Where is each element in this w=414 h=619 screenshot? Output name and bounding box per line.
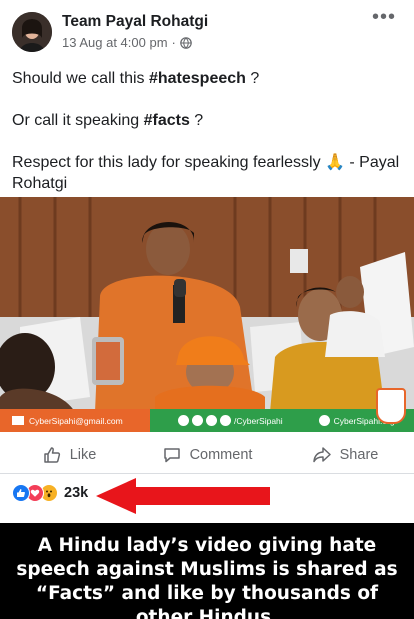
author-name[interactable]: Team Payal Rohatgi: [62, 13, 208, 31]
share-button[interactable]: Share: [276, 436, 414, 473]
watermark-email-section: CyberSipahi@gmail.com: [0, 409, 150, 432]
post-actions: Like Comment Share: [0, 436, 414, 474]
caption-text: A Hindu lady’s video giving hate speech …: [16, 535, 398, 619]
avatar[interactable]: [12, 12, 52, 52]
globe-icon: [180, 36, 192, 49]
post-header: Team Payal Rohatgi 13 Aug at 4:00 pm · •…: [0, 0, 414, 62]
thumbs-up-icon: [43, 446, 60, 463]
post-video[interactable]: [0, 197, 414, 432]
video-frame: [0, 197, 414, 432]
instagram-icon: [206, 415, 217, 426]
web-icon: [318, 415, 330, 426]
like-button[interactable]: Like: [0, 436, 138, 473]
watermark-handle: /CyberSipahi: [234, 415, 283, 426]
post-timestamp[interactable]: 13 Aug at 4:00 pm: [62, 35, 168, 50]
share-icon: [312, 446, 331, 462]
mail-icon: [12, 416, 24, 425]
caption-banner: A Hindu lady’s video giving hate speech …: [0, 523, 414, 619]
post-line-2: Or call it speaking #facts ?: [12, 112, 204, 129]
comment-label: Comment: [189, 446, 253, 463]
post-line-3: Respect for this lady for speaking fearl…: [12, 154, 400, 192]
hashtag-facts[interactable]: #facts: [144, 112, 190, 129]
post-meta: 13 Aug at 4:00 pm ·: [62, 35, 192, 50]
channel-logo-badge: [376, 388, 406, 424]
watermark-email: CyberSipahi@gmail.com: [29, 415, 123, 426]
post-body: Should we call this #hatespeech ? Or cal…: [12, 68, 404, 194]
share-label: Share: [339, 446, 379, 463]
hashtag-hatespeech[interactable]: #hatespeech: [149, 70, 246, 87]
facebook-icon: [178, 415, 189, 426]
like-icon: [12, 484, 30, 502]
comment-icon: [163, 447, 180, 462]
comment-button[interactable]: Comment: [138, 436, 276, 473]
reaction-summary[interactable]: 23k: [12, 484, 88, 502]
video-watermark-bar: CyberSipahi@gmail.com /CyberSipahi Cyber…: [0, 409, 414, 432]
meta-separator: ·: [171, 35, 176, 50]
more-options-icon[interactable]: •••: [372, 7, 396, 27]
youtube-icon: [220, 415, 231, 426]
red-arrow-annotation: [96, 478, 270, 514]
post-line-1: Should we call this #hatespeech ?: [12, 70, 260, 87]
like-label: Like: [69, 446, 97, 463]
reaction-count: 23k: [64, 485, 89, 501]
twitter-icon: [192, 415, 203, 426]
watermark-social-section: /CyberSipahi: [178, 415, 283, 426]
